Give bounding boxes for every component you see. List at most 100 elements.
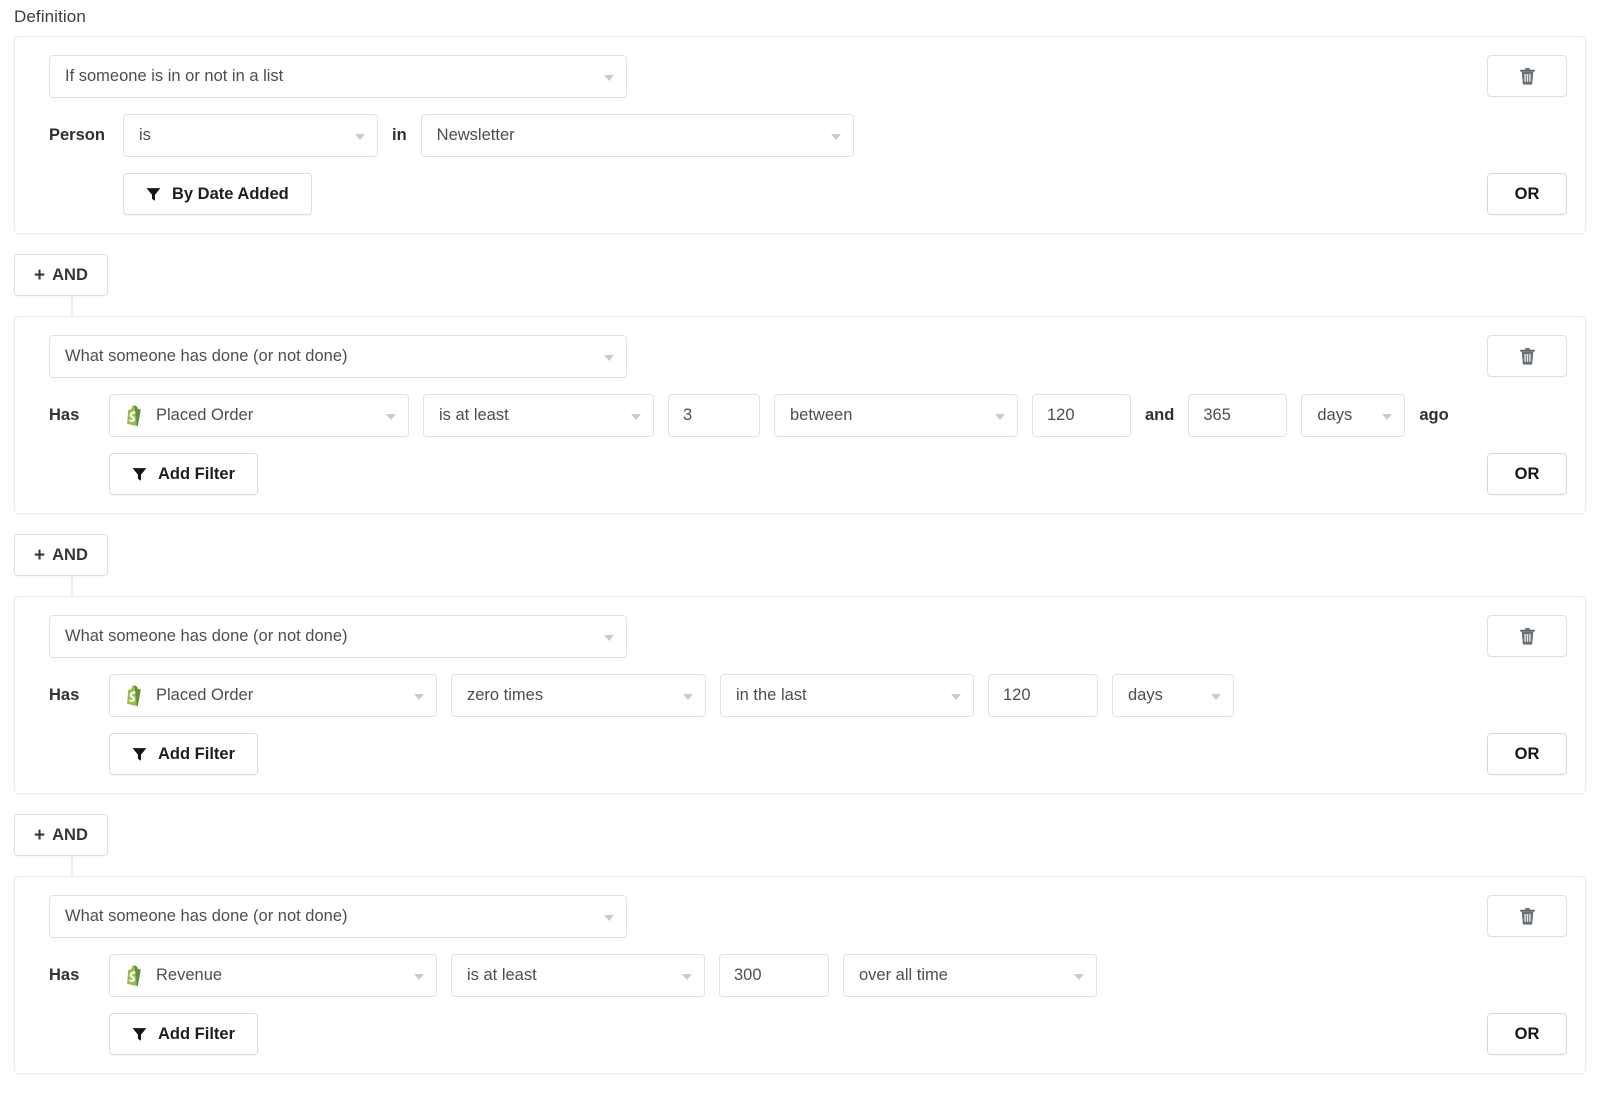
count-input[interactable]: 3 bbox=[668, 394, 760, 437]
and-label: and bbox=[1145, 406, 1174, 425]
condition-card: If someone is in or not in a list Person… bbox=[14, 36, 1586, 234]
plus-icon: + bbox=[34, 826, 45, 845]
metric-select[interactable]: Placed Order bbox=[109, 394, 409, 437]
condition-controls-row: Has Revenue is at least bbox=[49, 954, 1567, 997]
delete-condition-button[interactable] bbox=[1487, 55, 1567, 97]
chevron-down-icon bbox=[1211, 694, 1221, 700]
add-and-button[interactable]: + AND bbox=[14, 534, 108, 576]
in-label: in bbox=[392, 126, 407, 145]
time-unit-select[interactable]: days bbox=[1112, 674, 1234, 717]
time-unit-value: days bbox=[1317, 406, 1352, 425]
chevron-down-icon bbox=[604, 635, 614, 641]
trash-icon bbox=[1520, 628, 1535, 645]
add-filter-label: Add Filter bbox=[158, 465, 235, 484]
timeframe-start-input[interactable]: 120 bbox=[1032, 394, 1131, 437]
chevron-down-icon bbox=[414, 974, 424, 980]
condition-controls-row: Has Placed Order zero times bbox=[49, 674, 1567, 717]
shopify-bag-icon bbox=[124, 965, 144, 987]
and-separator: + AND bbox=[0, 794, 1600, 876]
timeframe-select[interactable]: between bbox=[774, 394, 1018, 437]
chevron-down-icon bbox=[386, 414, 396, 420]
condition-lead-label: Has bbox=[49, 406, 95, 425]
timeframe-value-input[interactable]: 120 bbox=[988, 674, 1098, 717]
add-filter-button[interactable]: Add Filter bbox=[109, 1013, 258, 1055]
condition-filter-row: Add Filter bbox=[49, 453, 1567, 495]
metric-value: Placed Order bbox=[156, 406, 253, 425]
add-and-button[interactable]: + AND bbox=[14, 254, 108, 296]
timeframe-value: in the last bbox=[736, 686, 807, 705]
delete-condition-button[interactable] bbox=[1487, 895, 1567, 937]
condition-card: What someone has done (or not done) Has … bbox=[14, 876, 1586, 1074]
page-title: Definition bbox=[14, 7, 86, 27]
comparison-operator-value: zero times bbox=[467, 686, 543, 705]
metric-value: Placed Order bbox=[156, 686, 253, 705]
by-date-added-label: By Date Added bbox=[172, 185, 289, 204]
delete-condition-button[interactable] bbox=[1487, 335, 1567, 377]
chevron-down-icon bbox=[951, 694, 961, 700]
chevron-down-icon bbox=[414, 694, 424, 700]
timeframe-end-input[interactable]: 365 bbox=[1188, 394, 1287, 437]
comparison-operator-select[interactable]: zero times bbox=[451, 674, 706, 717]
add-filter-button[interactable]: Add Filter bbox=[109, 453, 258, 495]
chevron-down-icon bbox=[1382, 414, 1392, 420]
person-operator-value: is bbox=[139, 126, 151, 145]
condition-type-select[interactable]: What someone has done (or not done) bbox=[49, 895, 627, 938]
condition-lead-label: Person bbox=[49, 126, 109, 145]
timeframe-select[interactable]: in the last bbox=[720, 674, 974, 717]
add-and-button[interactable]: + AND bbox=[14, 814, 108, 856]
person-operator-select[interactable]: is bbox=[123, 114, 378, 157]
comparison-operator-value: is at least bbox=[439, 406, 509, 425]
or-button[interactable]: OR bbox=[1487, 1013, 1567, 1055]
delete-condition-button[interactable] bbox=[1487, 615, 1567, 657]
condition-controls-row: Has Placed Order is at least bbox=[49, 394, 1567, 437]
ago-label: ago bbox=[1419, 406, 1448, 425]
amount-input[interactable]: 300 bbox=[719, 954, 829, 997]
or-button[interactable]: OR bbox=[1487, 733, 1567, 775]
chevron-down-icon bbox=[604, 915, 614, 921]
condition-type-value: What someone has done (or not done) bbox=[65, 347, 348, 366]
comparison-operator-select[interactable]: is at least bbox=[451, 954, 705, 997]
or-button[interactable]: OR bbox=[1487, 453, 1567, 495]
and-separator: + AND bbox=[0, 234, 1600, 316]
comparison-operator-select[interactable]: is at least bbox=[423, 394, 654, 437]
and-label: AND bbox=[52, 826, 88, 845]
time-unit-value: days bbox=[1128, 686, 1163, 705]
condition-builder: If someone is in or not in a list Person… bbox=[0, 36, 1600, 1074]
condition-type-row: What someone has done (or not done) bbox=[49, 895, 1567, 938]
chevron-down-icon bbox=[1074, 974, 1084, 980]
funnel-icon bbox=[146, 187, 161, 202]
trash-icon bbox=[1520, 908, 1535, 925]
or-button[interactable]: OR bbox=[1487, 173, 1567, 215]
list-select[interactable]: Newsletter bbox=[421, 114, 854, 157]
metric-select[interactable]: Placed Order bbox=[109, 674, 437, 717]
condition-controls-row: Person is in Newsletter bbox=[49, 114, 1567, 157]
condition-type-select[interactable]: What someone has done (or not done) bbox=[49, 615, 627, 658]
trash-icon bbox=[1520, 68, 1535, 85]
condition-type-value: What someone has done (or not done) bbox=[65, 627, 348, 646]
comparison-operator-value: is at least bbox=[467, 966, 537, 985]
condition-type-select[interactable]: What someone has done (or not done) bbox=[49, 335, 627, 378]
add-filter-label: Add Filter bbox=[158, 1025, 235, 1044]
condition-filter-row: Add Filter bbox=[49, 733, 1567, 775]
chevron-down-icon bbox=[355, 134, 365, 140]
timeframe-select[interactable]: over all time bbox=[843, 954, 1097, 997]
list-value: Newsletter bbox=[437, 126, 515, 145]
add-filter-label: Add Filter bbox=[158, 745, 235, 764]
condition-type-value: If someone is in or not in a list bbox=[65, 67, 283, 86]
by-date-added-button[interactable]: By Date Added bbox=[123, 173, 312, 215]
and-separator: + AND bbox=[0, 514, 1600, 596]
chevron-down-icon bbox=[631, 414, 641, 420]
funnel-icon bbox=[132, 467, 147, 482]
condition-type-value: What someone has done (or not done) bbox=[65, 907, 348, 926]
chevron-down-icon bbox=[831, 134, 841, 140]
plus-icon: + bbox=[34, 546, 45, 565]
metric-select[interactable]: Revenue bbox=[109, 954, 437, 997]
funnel-icon bbox=[132, 747, 147, 762]
chevron-down-icon bbox=[604, 355, 614, 361]
condition-lead-label: Has bbox=[49, 966, 95, 985]
plus-icon: + bbox=[34, 266, 45, 285]
add-filter-button[interactable]: Add Filter bbox=[109, 733, 258, 775]
condition-type-select[interactable]: If someone is in or not in a list bbox=[49, 55, 627, 98]
time-unit-select[interactable]: days bbox=[1301, 394, 1405, 437]
condition-filter-row: Add Filter bbox=[49, 1013, 1567, 1055]
